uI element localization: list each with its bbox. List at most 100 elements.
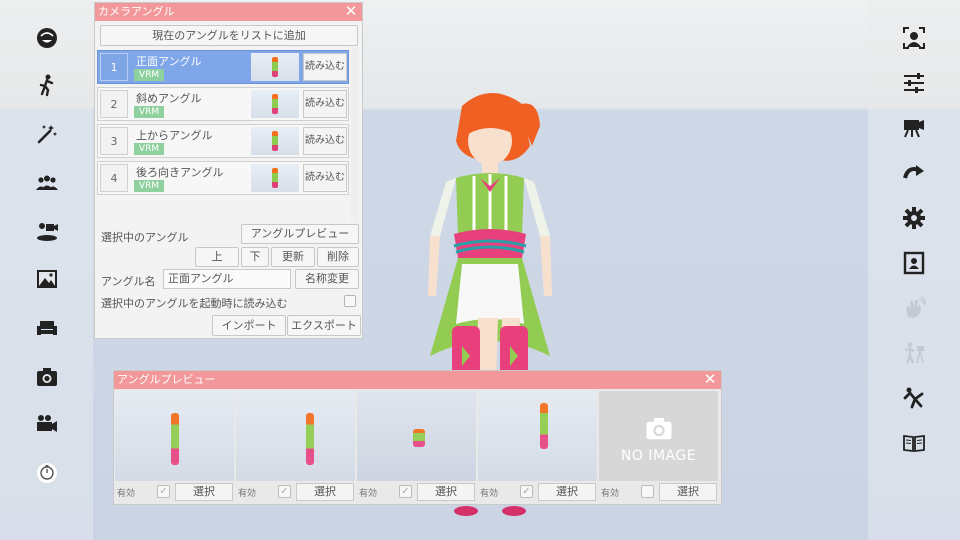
angle-number: 3	[100, 127, 128, 155]
camera-angle-panel-title[interactable]: カメラアングル ✕	[95, 3, 362, 21]
preview-cell-4: 有効 ✓ 選択	[477, 389, 598, 505]
select-button[interactable]: 選択	[659, 483, 717, 501]
angle-preview-panel: アングルプレビュー ✕ 有効 ✓ 選択 有効 ✓ 選択 有効 ✓ 選択 有効 ✓…	[113, 370, 722, 505]
enabled-label: 有効	[117, 489, 136, 499]
angle-name: 後ろ向きアングル	[136, 166, 224, 179]
import-button[interactable]: インポート	[212, 315, 286, 336]
image-icon[interactable]	[32, 264, 62, 294]
camera-icon[interactable]	[32, 362, 62, 392]
video-camera-icon[interactable]	[32, 409, 62, 439]
preview-image[interactable]	[115, 391, 234, 481]
vrm-badge: VRM	[134, 180, 164, 192]
angle-thumbnail	[251, 164, 299, 192]
preview-cell-2: 有効 ✓ 選択	[235, 389, 356, 505]
preview-cell-3: 有効 ✓ 選択	[356, 389, 477, 505]
angle-name-label: アングル名	[101, 275, 156, 288]
vrm-badge: VRM	[134, 106, 164, 118]
move-down-button[interactable]: 下	[241, 247, 269, 267]
pose-icon[interactable]	[32, 70, 62, 100]
character-thumbnail	[413, 429, 425, 447]
portrait-icon[interactable]	[899, 248, 929, 278]
enabled-checkbox[interactable]: ✓	[520, 485, 533, 498]
people-icon[interactable]	[32, 168, 62, 198]
load-angle-button[interactable]: 読み込む	[303, 90, 347, 118]
angle-preview-title-text: アングルプレビュー	[117, 373, 216, 386]
load-angle-button[interactable]: 読み込む	[303, 53, 347, 81]
camera-angle-title-text: カメラアングル	[98, 5, 175, 18]
add-current-angle-button[interactable]: 現在のアングルをリストに追加	[100, 25, 358, 46]
selected-angle-label: 選択中のアングル	[101, 231, 189, 244]
close-icon[interactable]: ✕	[344, 3, 358, 21]
enabled-label: 有効	[480, 489, 499, 499]
enabled-checkbox[interactable]: ✓	[157, 485, 170, 498]
update-button[interactable]: 更新	[271, 247, 315, 267]
camera-icon	[646, 418, 671, 440]
angle-list-scrollbar[interactable]	[351, 47, 359, 223]
load-on-start-label: 選択中のアングルを起動時に読み込む	[101, 297, 288, 310]
select-button[interactable]: 選択	[538, 483, 596, 501]
face-frame-icon[interactable]	[899, 23, 929, 53]
enabled-label: 有効	[601, 489, 620, 499]
timer-icon[interactable]	[32, 457, 62, 487]
left-sidebar	[0, 0, 93, 540]
angle-name: 斜めアングル	[136, 92, 202, 105]
select-button[interactable]: 選択	[175, 483, 233, 501]
preview-cell-5: NO IMAGE 有効 選択	[598, 389, 719, 505]
angle-number: 2	[100, 90, 128, 118]
angle-thumbnail	[251, 90, 299, 118]
character-thumbnail	[306, 413, 314, 465]
book-icon[interactable]	[899, 428, 929, 458]
delete-button[interactable]: 削除	[317, 247, 359, 267]
vrm-badge: VRM	[134, 143, 164, 155]
rename-button[interactable]: 名称変更	[295, 269, 359, 289]
enabled-label: 有効	[359, 489, 378, 499]
angle-preview-panel-title[interactable]: アングルプレビュー ✕	[114, 371, 721, 389]
angle-list-item-4[interactable]: 4 後ろ向きアングル VRM 読み込む	[97, 161, 349, 195]
character-thumbnail	[171, 413, 179, 465]
character-thumbnail	[540, 403, 548, 449]
select-button[interactable]: 選択	[417, 483, 475, 501]
redo-arrow-icon[interactable]	[899, 158, 929, 188]
person-tripod-icon[interactable]	[899, 338, 929, 368]
no-image-placeholder[interactable]: NO IMAGE	[599, 391, 718, 481]
preview-image[interactable]	[357, 391, 476, 481]
camera-angle-panel: カメラアングル ✕ 現在のアングルをリストに追加 1 正面アングル VRM 読み…	[94, 2, 363, 339]
sliders-icon[interactable]	[899, 68, 929, 98]
enabled-checkbox[interactable]	[641, 485, 654, 498]
angle-number: 1	[100, 53, 128, 81]
load-angle-button[interactable]: 読み込む	[303, 127, 347, 155]
preview-image[interactable]	[478, 391, 597, 481]
angle-name: 正面アングル	[136, 55, 202, 68]
face-icon[interactable]	[32, 23, 62, 53]
select-button[interactable]: 選択	[296, 483, 354, 501]
no-image-text: NO IMAGE	[620, 448, 697, 464]
load-angle-button[interactable]: 読み込む	[303, 164, 347, 192]
preview-cell-1: 有効 ✓ 選択	[114, 389, 235, 505]
export-button[interactable]: エクスポート	[287, 315, 361, 336]
angle-number: 4	[100, 164, 128, 192]
angle-thumbnail	[251, 127, 299, 155]
move-up-button[interactable]: 上	[195, 247, 239, 267]
video-record-icon[interactable]	[899, 113, 929, 143]
sofa-icon[interactable]	[32, 313, 62, 343]
angle-name-field[interactable]: 正面アングル	[163, 269, 291, 289]
angle-list-item-2[interactable]: 2 斜めアングル VRM 読み込む	[97, 87, 349, 121]
action-figure-icon[interactable]	[899, 383, 929, 413]
enabled-checkbox[interactable]: ✓	[278, 485, 291, 498]
angle-preview-button[interactable]: アングルプレビュー	[241, 224, 359, 244]
close-icon[interactable]: ✕	[703, 371, 717, 389]
angle-thumbnail	[251, 53, 299, 81]
magic-wand-icon[interactable]	[32, 119, 62, 149]
hand-wave-icon[interactable]	[899, 293, 929, 323]
load-on-start-checkbox[interactable]	[344, 295, 356, 307]
angle-list-item-1[interactable]: 1 正面アングル VRM 読み込む	[97, 50, 349, 84]
preview-image[interactable]	[236, 391, 355, 481]
right-sidebar	[868, 0, 960, 540]
angle-list-item-3[interactable]: 3 上からアングル VRM 読み込む	[97, 124, 349, 158]
camera-stage-icon[interactable]	[32, 216, 62, 246]
vrm-badge: VRM	[134, 69, 164, 81]
angle-name: 上からアングル	[136, 129, 213, 142]
enabled-checkbox[interactable]: ✓	[399, 485, 412, 498]
gear-icon[interactable]	[899, 203, 929, 233]
enabled-label: 有効	[238, 489, 257, 499]
